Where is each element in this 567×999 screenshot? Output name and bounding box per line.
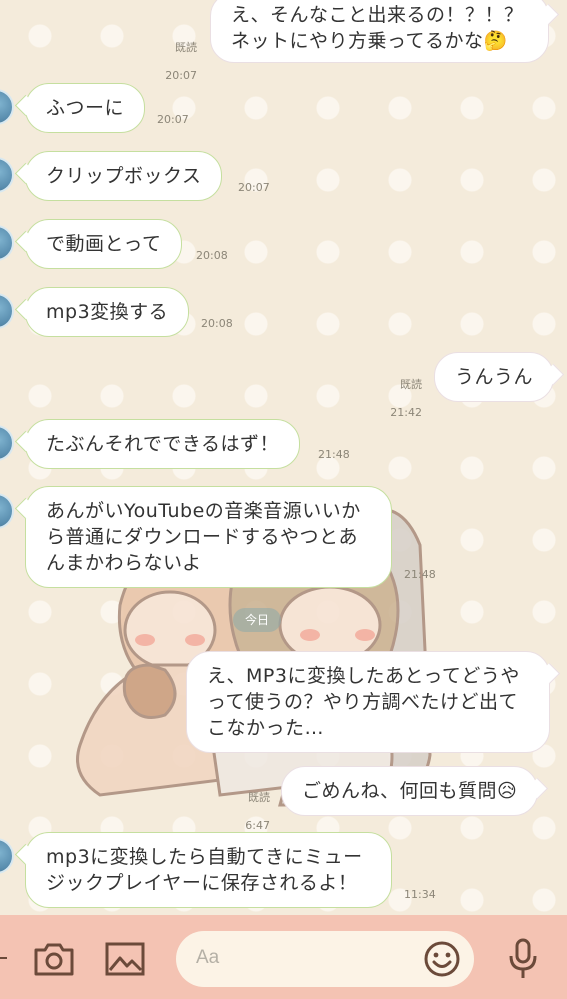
date-divider: 今日	[233, 608, 281, 632]
contact-avatar[interactable]	[0, 89, 14, 125]
message-time: 21:48	[404, 568, 436, 581]
message-time: 20:07	[238, 181, 270, 194]
microphone-icon	[509, 938, 537, 978]
message-bubble-incoming[interactable]: たぶんそれでできるはず！	[25, 419, 301, 469]
emoji-button[interactable]	[420, 937, 464, 981]
message-input[interactable]: Aa	[176, 931, 474, 987]
contact-avatar[interactable]	[0, 425, 14, 461]
contact-avatar[interactable]	[0, 493, 14, 529]
message-meta: 既読 6:47	[236, 777, 270, 833]
input-placeholder: Aa	[196, 947, 220, 968]
contact-avatar[interactable]	[0, 293, 14, 329]
image-icon	[105, 942, 145, 976]
microphone-button[interactable]	[501, 937, 545, 981]
chat-area[interactable]: 既読 20:07 え、そんなこと出来るの！？！？ ネットにやり方乗ってるかな🤔 …	[0, 0, 567, 915]
read-receipt: 既読	[175, 41, 197, 54]
message-time: 21:42	[390, 406, 422, 419]
camera-icon	[34, 943, 74, 976]
message-bubble-incoming[interactable]: クリップボックス	[25, 151, 223, 201]
message-time: 6:47	[245, 819, 270, 832]
message-meta: 既読 20:07	[137, 27, 197, 83]
message-time: 11:34	[404, 888, 436, 901]
image-button[interactable]	[103, 937, 147, 981]
message-bubble-incoming[interactable]: で動画とって	[25, 219, 183, 269]
message-time: 20:08	[201, 317, 233, 330]
message-meta: 既読 21:42	[380, 364, 422, 420]
message-bubble-outgoing[interactable]: うんうん	[434, 352, 555, 402]
message-bubble-outgoing[interactable]: ごめんね、何回も質問😥	[281, 766, 539, 816]
message-bubble-incoming[interactable]: あんがいYouTubeの音楽音源いいか ら普通にダウンロードするやつとあ んまか…	[25, 486, 392, 588]
read-receipt: 既読	[400, 378, 422, 391]
message-bubble-outgoing[interactable]: え、MP3に変換したあとってどうや って使うの？やり方調べたけど出て こなかった…	[186, 651, 550, 753]
contact-avatar[interactable]	[0, 225, 14, 261]
read-receipt: 既読	[248, 791, 270, 804]
message-time: 21:48	[318, 448, 350, 461]
more-icon[interactable]	[0, 957, 7, 959]
message-bubble-incoming[interactable]: mp3に変換したら自動てきにミュー ジックプレイヤーに保存されるよ！	[25, 832, 392, 908]
message-time: 20:08	[196, 249, 228, 262]
message-time: 20:07	[157, 113, 189, 126]
camera-button[interactable]	[32, 937, 76, 981]
message-bubble-outgoing[interactable]: え、そんなこと出来るの！？！？ ネットにやり方乗ってるかな🤔	[210, 0, 549, 63]
message-time: 20:07	[165, 69, 197, 82]
message-bubble-incoming[interactable]: mp3変換する	[25, 287, 190, 337]
emoji-icon	[424, 941, 460, 977]
message-input-bar: Aa	[0, 915, 567, 999]
contact-avatar[interactable]	[0, 838, 14, 874]
message-bubble-incoming[interactable]: ふつーに	[25, 83, 146, 133]
contact-avatar[interactable]	[0, 157, 14, 193]
